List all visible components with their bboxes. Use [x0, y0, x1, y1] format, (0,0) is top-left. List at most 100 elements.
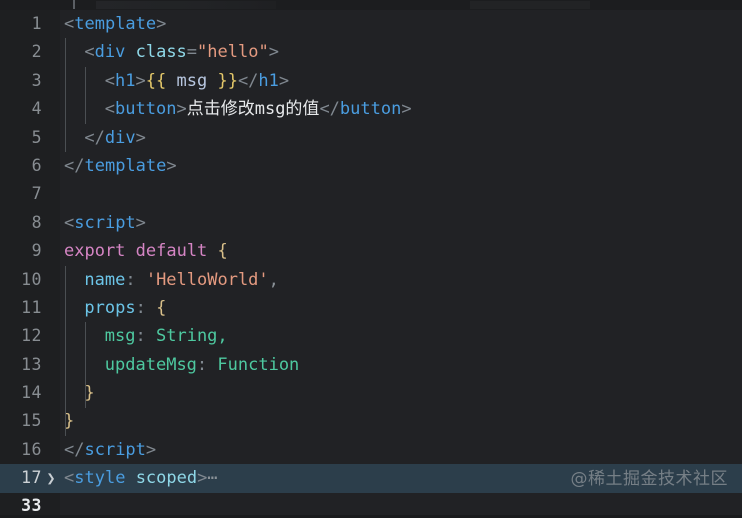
code-line-content[interactable]: name: 'HelloWorld',	[64, 266, 742, 294]
code-token-tag: h1	[115, 70, 136, 91]
code-line[interactable]: 14}	[0, 379, 742, 407]
code-line[interactable]: 11 props: {	[0, 294, 742, 322]
code-token-punct: >	[278, 70, 290, 91]
chevron-right-fold-icon[interactable]: ❯	[44, 464, 58, 492]
code-line-content[interactable]: <h1>{{ msg }}</h1>	[64, 67, 742, 95]
code-line-content[interactable]: </script>	[64, 436, 742, 464]
code-line[interactable]: 2 <div class="hello">	[0, 38, 742, 66]
code-token-punct: <	[104, 99, 116, 120]
code-token-text: 点击修改msg的值	[186, 99, 320, 120]
code-token-punct	[125, 42, 135, 62]
line-number: 7	[31, 184, 42, 204]
scrolled-off-line-sliver	[0, 0, 742, 10]
code-line-content[interactable]: updateMsg: Function	[64, 351, 742, 379]
code-line[interactable]: 9 export default {	[0, 237, 742, 265]
code-token-green: Function	[217, 354, 300, 375]
code-line-content[interactable]: msg: String,	[64, 322, 742, 350]
code-line[interactable]: 3 <h1>{{ msg }}</h1>	[0, 67, 742, 95]
line-number: 15	[21, 411, 42, 431]
text-cursor	[73, 0, 75, 9]
code-line-content[interactable]: props: {	[64, 294, 742, 322]
code-line[interactable]: 7	[0, 180, 742, 208]
code-token-string: 'HelloWorld'	[145, 269, 269, 290]
code-token-punct: <	[104, 70, 116, 91]
code-token-string: "hello"	[197, 42, 269, 63]
indent-guide	[65, 265, 66, 436]
code-token-punct: :	[135, 297, 157, 318]
code-token-punct: <	[64, 468, 75, 489]
code-token-mustache: }}	[217, 70, 238, 91]
code-editor[interactable]: 1 <template> 2 <div class="hello"> 3 <h1>{{ m…	[0, 0, 742, 518]
indent-guide	[85, 66, 87, 124]
code-token-punct: :	[135, 326, 156, 347]
code-lines-container[interactable]: 1 <template> 2 <div class="hello"> 3 <h1>{{ m…	[0, 10, 742, 518]
watermark-text: @稀土掘金技术社区	[570, 469, 728, 489]
code-token-brace: {	[217, 241, 228, 262]
code-token-punct: </	[64, 155, 85, 176]
code-line[interactable]: 12 msg: String,	[0, 322, 742, 350]
line-number: 9	[31, 241, 42, 261]
line-number: 2	[31, 42, 42, 62]
code-token-green: updateMsg	[104, 354, 197, 375]
code-token-tag: button	[339, 99, 402, 120]
clipped-code-text-secondary	[470, 1, 590, 9]
line-number: 6	[31, 155, 42, 175]
code-token-punct: >	[268, 42, 279, 63]
code-token-tag: script	[84, 439, 146, 460]
code-token-punct: >	[401, 99, 412, 120]
code-line-content[interactable]: </template>	[64, 152, 742, 180]
code-line-content[interactable]: }	[64, 379, 742, 407]
line-number: 11	[21, 297, 42, 317]
code-token-tag: template	[74, 14, 157, 34]
indent-guide	[65, 38, 66, 152]
code-token-attr: class	[135, 42, 187, 63]
code-line-content[interactable]: export default {	[64, 237, 742, 265]
line-number: 10	[21, 269, 42, 289]
code-token-green: ,	[217, 326, 228, 347]
code-line-content[interactable]: <button>点击修改msg的值</button>	[64, 95, 742, 123]
code-line[interactable]: 4 <button>点击修改msg的值</button>	[0, 95, 742, 123]
code-token-punct: </	[319, 99, 340, 120]
code-token-prop: props	[84, 297, 136, 318]
code-token-punct: </	[64, 439, 85, 460]
code-line[interactable]: 16 </script>	[0, 436, 742, 464]
code-token-punct: >	[156, 14, 167, 34]
code-token-punct: <	[64, 212, 75, 233]
code-token-brace: {	[156, 297, 167, 318]
line-number: 13	[21, 354, 42, 374]
line-number: 8	[31, 212, 42, 232]
code-token-tag: button	[115, 99, 177, 120]
code-line[interactable]: 1 <template>	[0, 10, 742, 38]
code-token-attr: scoped	[135, 468, 198, 489]
code-token-punct: :	[196, 354, 218, 375]
line-number: 5	[31, 127, 42, 147]
code-token-punct: >	[135, 127, 146, 148]
code-line[interactable]: 5 </div>	[0, 124, 742, 152]
code-line-content[interactable]: <div class="hello">	[64, 38, 742, 66]
code-token-punct: =	[186, 42, 198, 63]
line-number: 17	[21, 468, 42, 488]
code-line-content[interactable]: <script>	[64, 209, 742, 237]
code-token-mustache: {{	[145, 70, 167, 91]
code-line[interactable]: 15}	[0, 407, 742, 435]
code-token-tag: style	[74, 468, 126, 489]
line-number: 16	[21, 439, 42, 459]
code-token-punct: >	[176, 99, 187, 120]
code-line-content[interactable]: <template>	[64, 10, 742, 38]
code-token-punct: <	[84, 42, 95, 63]
code-line[interactable]: 13 updateMsg: Function	[0, 351, 742, 379]
code-token-green: msg	[104, 326, 136, 347]
code-line[interactable]: 8 <script>	[0, 209, 742, 237]
code-token-ellipsis: ⋯	[207, 468, 218, 489]
code-line[interactable]: 10 name: 'HelloWorld',	[0, 266, 742, 294]
code-token-green: String	[156, 326, 218, 347]
code-token-tag: div	[94, 42, 126, 63]
code-token-punct	[125, 468, 135, 488]
code-line-content[interactable]: </div>	[64, 124, 742, 152]
code-token-kw: export default	[64, 241, 218, 262]
code-line-content[interactable]: }	[64, 407, 742, 435]
code-line[interactable]: 6 </template>	[0, 152, 742, 180]
code-token-punct: >	[135, 212, 146, 233]
code-token-punct: >	[197, 468, 208, 489]
line-number: 4	[31, 99, 42, 119]
